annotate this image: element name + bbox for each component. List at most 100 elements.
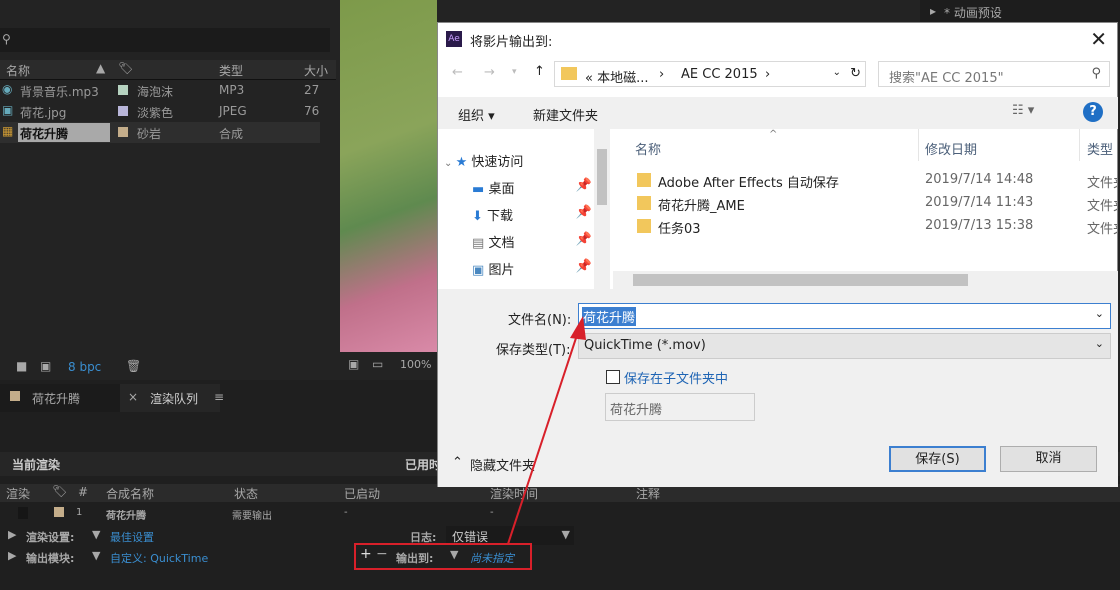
nav-item-documents[interactable]: ▤ 文档 📌 <box>472 232 592 254</box>
label-swatch[interactable] <box>118 127 128 137</box>
nav-item-downloads[interactable]: ⬇ 下载 📌 <box>472 205 592 227</box>
organize-button[interactable]: 组织 ▾ <box>458 105 495 124</box>
output-to-link[interactable]: 尚未指定 <box>470 550 514 566</box>
help-icon[interactable]: ? <box>1083 102 1103 122</box>
audio-file-icon: ◉ <box>2 82 13 96</box>
chevron-down-icon[interactable]: ⌄ <box>833 67 841 78</box>
up-icon[interactable]: ↑ <box>534 64 545 79</box>
file-row[interactable]: 任务03 2019/7/13 15:38 文件夹 <box>613 215 1118 237</box>
cancel-button[interactable]: 取消 <box>1000 446 1097 472</box>
remove-output-icon[interactable]: − <box>376 546 388 562</box>
column-size[interactable]: 大小 <box>304 62 328 79</box>
label-swatch[interactable] <box>118 106 128 116</box>
chevron-up-icon[interactable]: ⌃ <box>452 455 463 470</box>
output-module-link[interactable]: 自定义: QuickTime <box>110 550 208 566</box>
output-to-label: 输出到: <box>396 552 434 565</box>
hide-folders-toggle[interactable]: 隐藏文件夹 <box>470 455 535 474</box>
breadcrumb-item[interactable]: AE CC 2015 <box>681 67 758 82</box>
folder-icon[interactable]: ■ <box>16 359 27 373</box>
image-file-icon: ▣ <box>2 103 14 117</box>
pin-icon[interactable]: 📌 <box>576 178 592 193</box>
address-bar-row: ← → ▾ ↑ « 本地磁... › AE CC 2015 › ⌄ ↻ 搜索"A… <box>438 59 1118 91</box>
expand-arrow-icon[interactable]: ▶ <box>8 528 16 541</box>
trash-icon[interactable]: 🗑 <box>126 359 141 373</box>
nav-item-pictures[interactable]: ▣ 图片 📌 <box>472 259 592 281</box>
recent-dropdown-icon[interactable]: ▾ <box>512 67 517 77</box>
column-comp-name: 合成名称 <box>106 487 155 501</box>
expand-arrow-icon[interactable]: ▸ <box>930 4 936 18</box>
close-icon[interactable]: ✕ <box>1090 27 1107 51</box>
pin-icon[interactable]: 📌 <box>576 205 592 220</box>
breadcrumb[interactable]: « 本地磁... › AE CC 2015 › ⌄ ↻ <box>554 61 866 87</box>
search-input[interactable]: 搜索"AE CC 2015" ⚲ <box>878 61 1110 87</box>
label-swatch[interactable] <box>118 85 128 95</box>
item-name: 荷花.jpg <box>20 106 67 120</box>
render-checkbox[interactable] <box>18 507 28 519</box>
view-options-icon[interactable]: ☷ ▾ <box>1012 103 1034 118</box>
tab-composition[interactable]: 荷花升腾 <box>0 384 120 412</box>
snapshot-icon[interactable]: ▣ <box>348 357 359 371</box>
dropdown-arrow-icon[interactable]: ▼ <box>92 549 100 562</box>
star-icon: ★ <box>455 155 468 170</box>
save-dialog: Ae 将影片输出到: ✕ ← → ▾ ↑ « 本地磁... › AE CC 20… <box>437 22 1118 487</box>
filename-input[interactable]: 荷花升腾 ⌄ <box>578 303 1111 329</box>
pin-icon[interactable]: 📌 <box>576 259 592 274</box>
nav-label: 图片 <box>488 263 515 278</box>
nav-label: 文档 <box>488 236 515 251</box>
search-icon[interactable]: ⚲ <box>1091 66 1101 81</box>
zoom-level[interactable]: 100% <box>400 358 431 371</box>
animation-presets-label[interactable]: * 动画预设 <box>944 4 1002 21</box>
project-item-selected[interactable]: ▦ 荷花升腾 砂岩 合成 <box>0 122 320 143</box>
nav-item-quick-access[interactable]: ⌄ ★ 快速访问 <box>444 151 594 173</box>
output-module-label: 输出模块: <box>26 552 75 565</box>
expand-arrow-icon[interactable]: ▶ <box>8 549 16 562</box>
add-output-icon[interactable]: + <box>360 546 372 562</box>
save-type-value: QuickTime (*.mov) <box>584 338 706 353</box>
subfolder-label[interactable]: 保存在子文件夹中 <box>624 368 728 387</box>
new-folder-button[interactable]: 新建文件夹 <box>533 105 598 124</box>
item-started: - <box>344 507 348 518</box>
item-label: 砂岩 <box>137 127 162 141</box>
breadcrumb-item[interactable]: « 本地磁... <box>585 67 648 86</box>
nav-item-desktop[interactable]: ▬ 桌面 📌 <box>472 178 592 200</box>
output-module-row: ▶ 输出模块: ▼ 自定义: QuickTime + − 输出到: ▼ 尚未指定 <box>0 543 600 570</box>
new-composition-icon[interactable]: ▣ <box>40 359 51 373</box>
file-row[interactable]: 荷花升腾_AME 2019/7/14 11:43 文件夹 <box>613 192 1118 214</box>
dropdown-arrow-icon[interactable]: ▼ <box>450 548 458 561</box>
column-name[interactable]: 名称 <box>6 62 30 79</box>
project-item[interactable]: ▣ 荷花.jpg 淡紫色 JPEG 76 <box>0 101 320 122</box>
chevron-down-icon: ▼ <box>561 528 570 541</box>
render-settings-link[interactable]: 最佳设置 <box>110 529 154 545</box>
chevron-down-icon[interactable]: ⌄ <box>1095 307 1104 320</box>
monitor-icon[interactable]: ▭ <box>372 357 383 371</box>
render-item-row[interactable]: 1 荷花升腾 需要输出 - - <box>0 505 1120 523</box>
subfolder-input[interactable]: 荷花升腾 <box>605 393 755 421</box>
column-type[interactable]: 类型 <box>219 62 243 79</box>
menu-icon[interactable]: ≡ <box>214 390 224 404</box>
project-item[interactable]: ◉ 背景音乐.mp3 海泡沫 MP3 27 <box>0 80 320 101</box>
label-swatch <box>10 391 20 401</box>
bit-depth-button[interactable]: 8 bpc <box>68 360 101 374</box>
file-row[interactable]: Adobe After Effects 自动保存 2019/7/14 14:48… <box>613 169 1118 191</box>
subfolder-checkbox[interactable] <box>606 370 620 384</box>
refresh-icon[interactable]: ↻ <box>850 66 861 81</box>
column-number: # <box>78 485 89 499</box>
close-icon[interactable]: × <box>128 390 138 404</box>
nav-scrollbar[interactable] <box>594 129 610 289</box>
file-date: 2019/7/14 14:48 <box>925 172 1034 187</box>
pin-icon[interactable]: 📌 <box>576 232 592 247</box>
back-icon[interactable]: ← <box>452 65 463 80</box>
save-type-dropdown[interactable]: QuickTime (*.mov) ⌄ <box>578 333 1111 359</box>
column-date[interactable]: 修改日期 <box>925 139 977 158</box>
dropdown-arrow-icon[interactable]: ▼ <box>92 528 100 541</box>
tab-label: 渲染队列 <box>150 392 199 406</box>
column-render: 渲染 <box>6 487 31 501</box>
column-name[interactable]: 名称 <box>635 139 661 158</box>
forward-icon[interactable]: → <box>484 65 495 80</box>
save-button[interactable]: 保存(S) <box>889 446 986 472</box>
column-type[interactable]: 类型 <box>1087 139 1113 158</box>
tab-render-queue[interactable]: × 渲染队列 ≡ <box>120 384 224 412</box>
project-search-input[interactable]: ⚲ <box>0 28 330 52</box>
sort-icon: ^ <box>769 129 778 140</box>
horizontal-scrollbar[interactable] <box>613 271 1118 289</box>
